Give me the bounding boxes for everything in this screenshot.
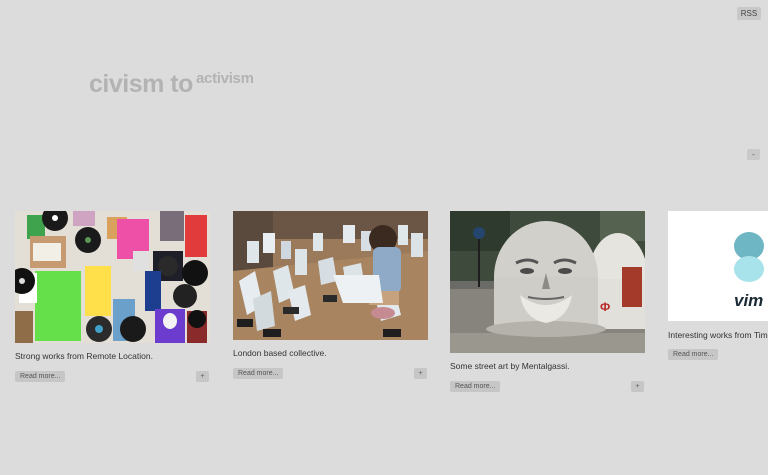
vimeo-logo-image: vim (668, 211, 768, 321)
post-thumbnail-mirrors[interactable] (233, 211, 428, 340)
svg-text:vim: vim (734, 291, 763, 310)
collapse-header-button[interactable]: - (747, 149, 760, 160)
post-caption: Some street art by Mentalgassi. (450, 361, 570, 371)
post-caption: Strong works from Remote Location. (15, 351, 153, 361)
read-more-button[interactable]: Read more... (233, 368, 284, 379)
logo-main-text: civism to (89, 70, 193, 98)
svg-text:Ф: Ф (600, 300, 610, 314)
mirrors-installation-image (233, 211, 428, 340)
post-thumbnail-vimeo[interactable]: vim (668, 211, 768, 321)
expand-button[interactable]: + (196, 371, 209, 382)
expand-button[interactable]: + (414, 368, 427, 379)
rss-button[interactable]: RSS (737, 7, 761, 20)
expand-button[interactable]: + (631, 381, 644, 392)
post-thumbnail-posters[interactable] (15, 211, 210, 343)
site-logo[interactable]: civism to activism (89, 70, 254, 99)
read-more-button[interactable]: Read more... (15, 371, 66, 382)
stone-face-street-art-image: Ф (450, 211, 645, 353)
posters-wall-image (15, 211, 210, 343)
post-thumbnail-street-art[interactable]: Ф (450, 211, 645, 353)
post-caption: Interesting works from Tim (668, 330, 768, 340)
logo-superscript-text: activism (196, 70, 254, 87)
post-caption: London based collective. (233, 348, 327, 358)
read-more-button[interactable]: Read more... (668, 349, 719, 360)
read-more-button[interactable]: Read more... (450, 381, 501, 392)
